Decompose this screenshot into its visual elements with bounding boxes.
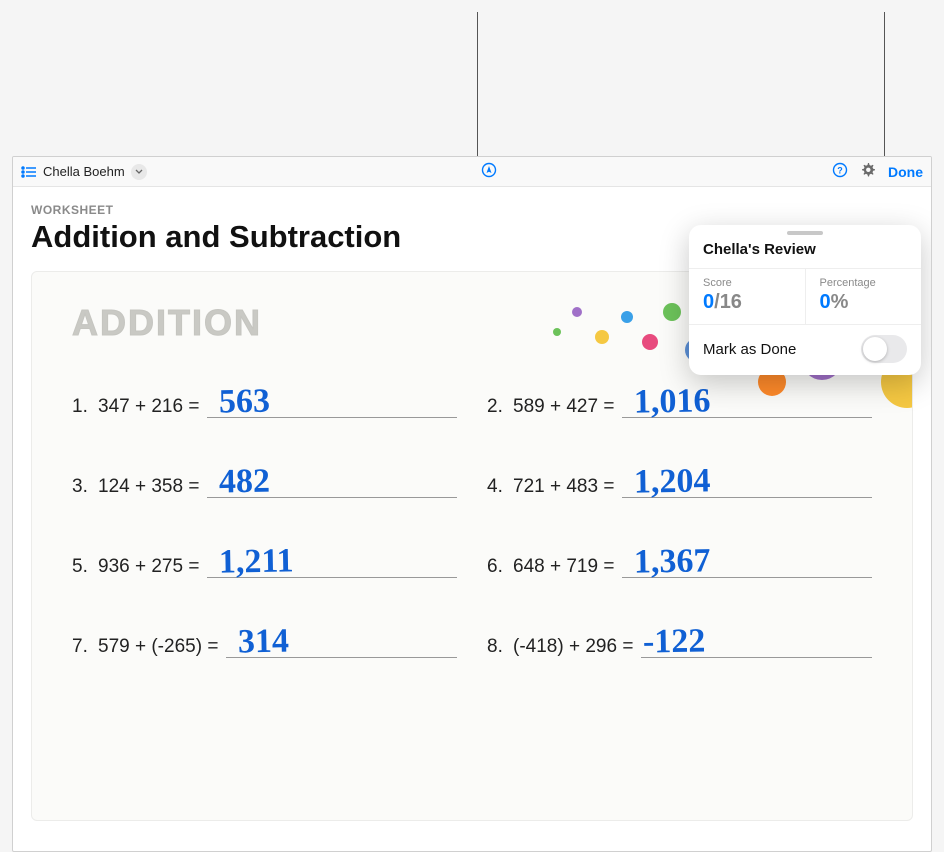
problem-row[interactable]: 6.648 + 719 = 1,367 bbox=[487, 542, 872, 578]
done-button[interactable]: Done bbox=[888, 164, 923, 180]
answer-line[interactable]: 1,204 bbox=[622, 462, 872, 498]
list-icon[interactable] bbox=[21, 166, 37, 178]
score-label: Score bbox=[703, 277, 791, 289]
mark-as-done-toggle[interactable] bbox=[861, 335, 907, 363]
problem-expression: 648 + 719 = bbox=[513, 556, 614, 578]
handwritten-answer: 314 bbox=[238, 623, 290, 662]
handwritten-answer: -122 bbox=[643, 622, 706, 661]
problem-number: 2. bbox=[487, 396, 513, 418]
answer-line[interactable]: 1,367 bbox=[622, 542, 872, 578]
problem-number: 7. bbox=[72, 636, 98, 658]
problem-expression: 347 + 216 = bbox=[98, 396, 199, 418]
problem-row[interactable]: 4.721 + 483 = 1,204 bbox=[487, 462, 872, 498]
score-value: 0 bbox=[703, 291, 714, 313]
decor-circle bbox=[595, 330, 609, 344]
decor-circle bbox=[572, 307, 582, 317]
toolbar: Chella Boehm ? Done bbox=[13, 157, 931, 187]
problem-row[interactable]: 8.(-418) + 296 = -122 bbox=[487, 622, 872, 658]
help-icon[interactable]: ? bbox=[832, 162, 848, 182]
problem-row[interactable]: 7.579 + (-265) = 314 bbox=[72, 622, 457, 658]
problem-expression: 936 + 275 = bbox=[98, 556, 199, 578]
handwritten-answer: 482 bbox=[219, 463, 271, 502]
problem-number: 8. bbox=[487, 636, 513, 658]
handwritten-answer: 1,016 bbox=[634, 382, 711, 421]
problem-number: 1. bbox=[72, 396, 98, 418]
review-panel-title: Chella's Review bbox=[689, 239, 921, 268]
problem-expression: (-418) + 296 = bbox=[513, 636, 633, 658]
panel-grabber[interactable] bbox=[787, 231, 823, 235]
handwritten-answer: 1,367 bbox=[634, 542, 711, 581]
problem-row[interactable]: 2.589 + 427 = 1,016 bbox=[487, 382, 872, 418]
answer-line[interactable]: 1,016 bbox=[622, 382, 872, 418]
student-name-dropdown[interactable]: Chella Boehm bbox=[43, 164, 125, 179]
app-window: Chella Boehm ? Done WORKSHEET Addition a… bbox=[12, 156, 932, 852]
decor-circle bbox=[553, 328, 561, 336]
problem-expression: 124 + 358 = bbox=[98, 476, 199, 498]
chevron-down-icon[interactable] bbox=[131, 164, 147, 180]
problem-number: 6. bbox=[487, 556, 513, 578]
score-stat[interactable]: Score 0/16 bbox=[689, 269, 805, 324]
answer-line[interactable]: 314 bbox=[226, 622, 457, 658]
problem-number: 5. bbox=[72, 556, 98, 578]
toggle-knob bbox=[863, 337, 887, 361]
problem-number: 3. bbox=[72, 476, 98, 498]
handwritten-answer: 563 bbox=[219, 383, 271, 422]
svg-text:?: ? bbox=[837, 165, 843, 175]
answer-line[interactable]: -122 bbox=[641, 622, 872, 658]
decor-circle bbox=[642, 334, 658, 350]
handwritten-answer: 1,204 bbox=[634, 462, 711, 501]
percentage-label: Percentage bbox=[820, 277, 908, 289]
decor-circle bbox=[663, 303, 681, 321]
problem-row[interactable]: 3.124 + 358 = 482 bbox=[72, 462, 457, 498]
percentage-value: 0 bbox=[820, 291, 831, 313]
problem-row[interactable]: 1.347 + 216 = 563 bbox=[72, 382, 457, 418]
answer-line[interactable]: 1,211 bbox=[207, 542, 457, 578]
mark-as-done-row: Mark as Done bbox=[689, 325, 921, 375]
problem-expression: 721 + 483 = bbox=[513, 476, 614, 498]
percentage-stat[interactable]: Percentage 0% bbox=[805, 269, 922, 324]
markup-icon[interactable] bbox=[481, 162, 497, 182]
callout-leader bbox=[477, 12, 478, 156]
answer-line[interactable]: 482 bbox=[207, 462, 457, 498]
answer-line[interactable]: 563 bbox=[207, 382, 457, 418]
problem-expression: 579 + (-265) = bbox=[98, 636, 218, 658]
review-panel[interactable]: Chella's Review Score 0/16 Percentage 0%… bbox=[689, 225, 921, 375]
handwritten-answer: 1,211 bbox=[219, 542, 294, 581]
document-type-label: WORKSHEET bbox=[31, 203, 913, 217]
mark-as-done-label: Mark as Done bbox=[703, 341, 796, 358]
problem-expression: 589 + 427 = bbox=[513, 396, 614, 418]
problem-row[interactable]: 5.936 + 275 = 1,211 bbox=[72, 542, 457, 578]
decor-circle bbox=[621, 311, 633, 323]
problem-number: 4. bbox=[487, 476, 513, 498]
review-stats: Score 0/16 Percentage 0% bbox=[689, 268, 921, 325]
gear-icon[interactable] bbox=[860, 162, 876, 182]
document-content: WORKSHEET Addition and Subtraction ADDIT… bbox=[13, 187, 931, 851]
